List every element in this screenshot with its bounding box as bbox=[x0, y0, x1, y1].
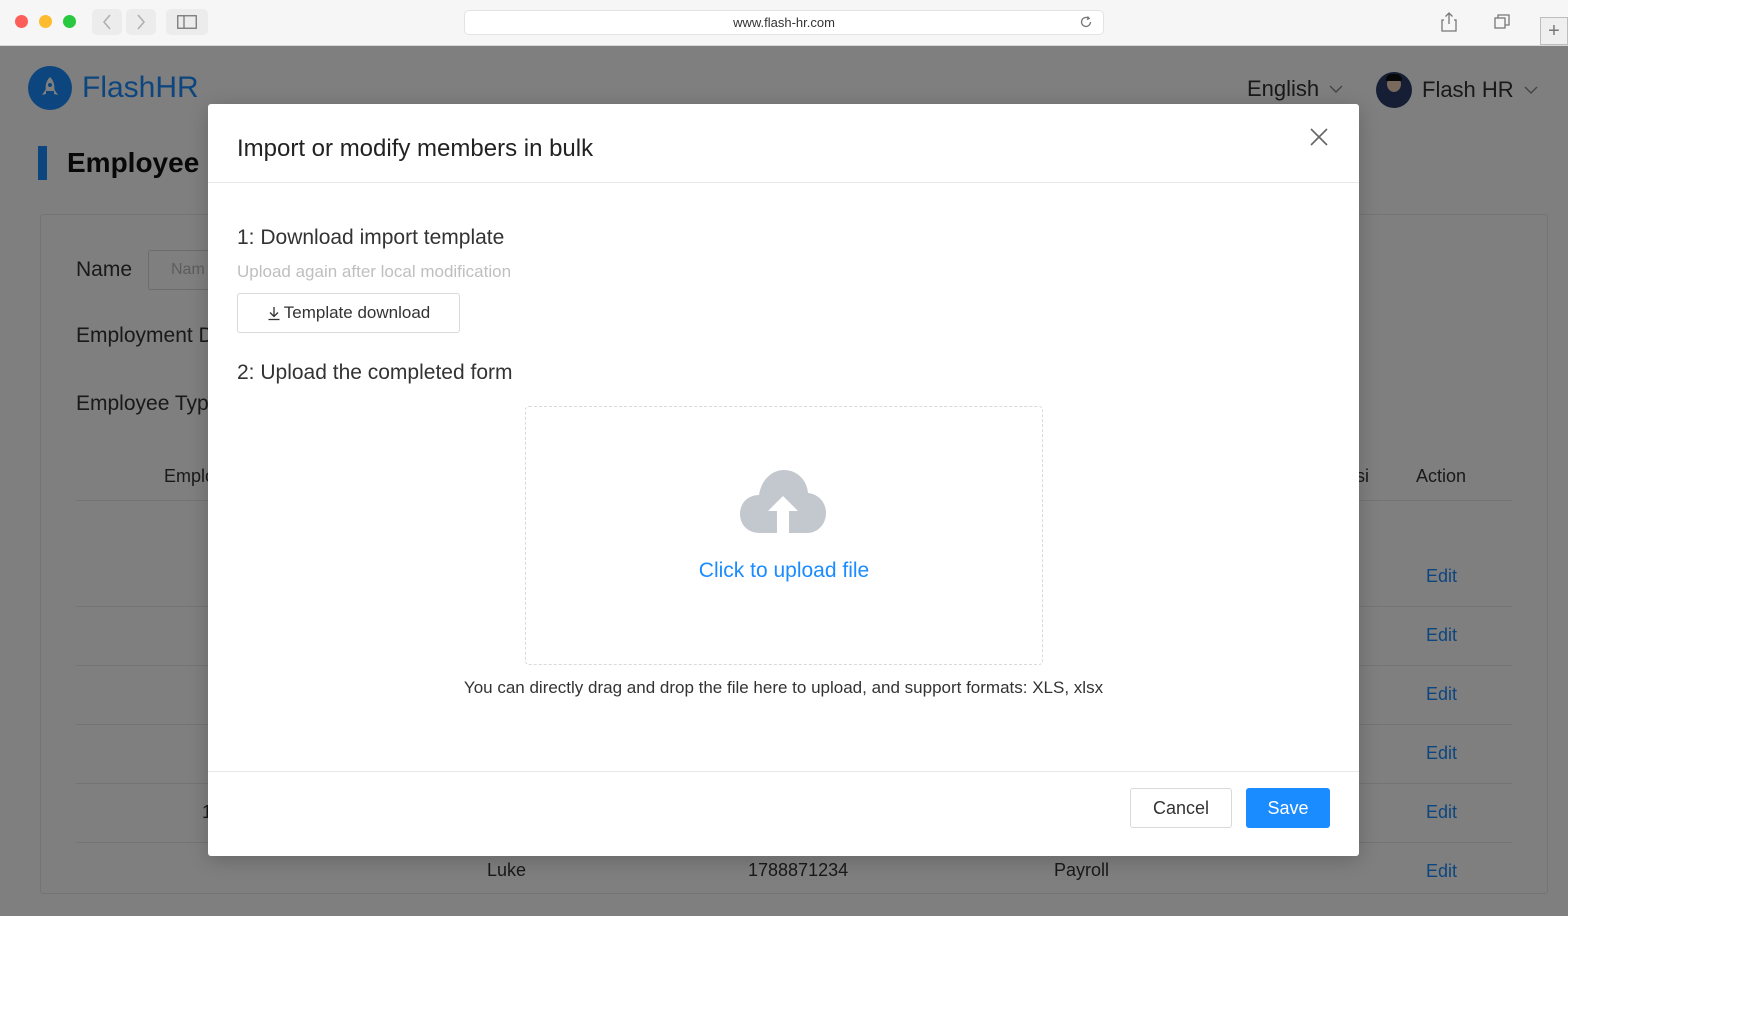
chevron-left-icon bbox=[102, 14, 111, 30]
address-bar[interactable]: www.flash-hr.com bbox=[464, 10, 1104, 35]
chevron-right-icon bbox=[137, 14, 146, 30]
minimize-window-button[interactable] bbox=[39, 15, 52, 28]
step1-hint: Upload again after local modification bbox=[237, 262, 512, 281]
step2-title: 2: Upload the completed form bbox=[237, 361, 513, 384]
new-tab-button[interactable]: + bbox=[1540, 17, 1568, 45]
sidebar-toggle-button[interactable] bbox=[166, 9, 208, 35]
save-button[interactable]: Save bbox=[1246, 788, 1330, 828]
template-download-button[interactable]: Template download bbox=[237, 293, 460, 333]
modal-header: Import or modify members in bulk bbox=[208, 104, 1359, 183]
back-button[interactable] bbox=[92, 9, 122, 35]
bulk-import-modal: Import or modify members in bulk 1: Down… bbox=[208, 104, 1359, 856]
forward-button[interactable] bbox=[126, 9, 156, 35]
tabs-overview-button[interactable] bbox=[1487, 9, 1517, 35]
upload-text: Click to upload file bbox=[698, 559, 870, 582]
tabs-icon bbox=[1494, 14, 1510, 29]
close-icon[interactable] bbox=[1306, 124, 1332, 150]
step1-title: 1: Download import template bbox=[237, 226, 505, 249]
browser-window: www.flash-hr.com + FlashHR English bbox=[0, 0, 1568, 916]
cloud-upload-icon bbox=[740, 469, 826, 540]
maximize-window-button[interactable] bbox=[63, 15, 76, 28]
file-upload-dropzone[interactable]: Click to upload file bbox=[525, 406, 1043, 665]
modal-footer: Cancel Save bbox=[208, 771, 1359, 856]
drag-drop-hint: You can directly drag and drop the file … bbox=[463, 678, 1104, 697]
reload-icon[interactable] bbox=[1079, 15, 1093, 32]
share-button[interactable] bbox=[1434, 9, 1464, 35]
sidebar-icon bbox=[177, 15, 197, 29]
modal-title: Import or modify members in bulk bbox=[237, 135, 594, 162]
share-icon bbox=[1441, 12, 1457, 32]
cancel-button[interactable]: Cancel bbox=[1130, 788, 1232, 828]
template-download-label: Template download bbox=[283, 303, 431, 322]
url-text: www.flash-hr.com bbox=[733, 15, 835, 30]
browser-toolbar: www.flash-hr.com + bbox=[0, 0, 1568, 46]
close-window-button[interactable] bbox=[15, 15, 28, 28]
download-icon bbox=[268, 306, 280, 320]
